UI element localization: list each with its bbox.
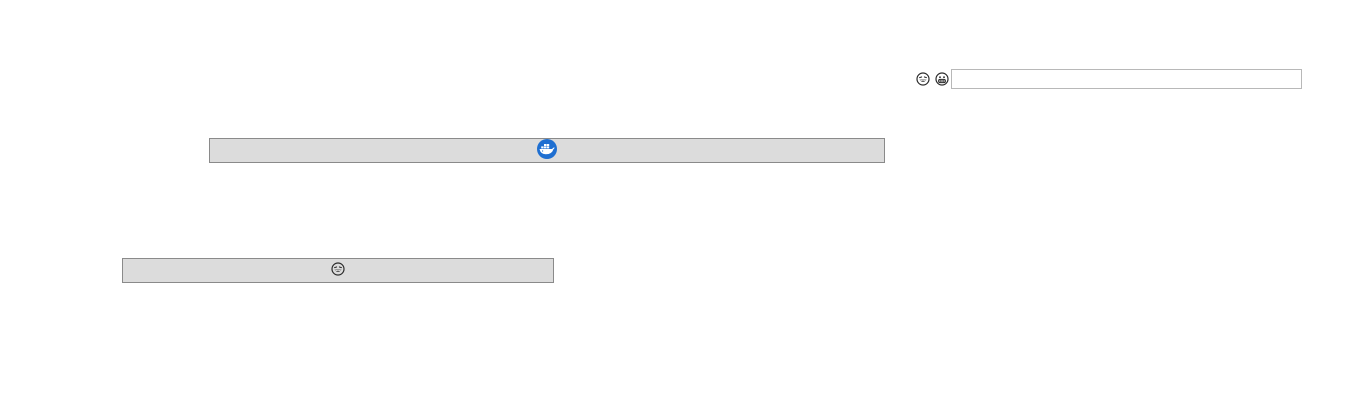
text-input[interactable] — [951, 69, 1302, 89]
laughing-face-button[interactable] — [122, 258, 554, 283]
docker-button[interactable] — [209, 138, 885, 163]
laughing-face-icon[interactable] — [916, 72, 930, 86]
docker-whale-icon — [536, 138, 558, 163]
grinning-face-icon[interactable] — [935, 72, 949, 86]
laughing-face-icon — [331, 262, 345, 279]
